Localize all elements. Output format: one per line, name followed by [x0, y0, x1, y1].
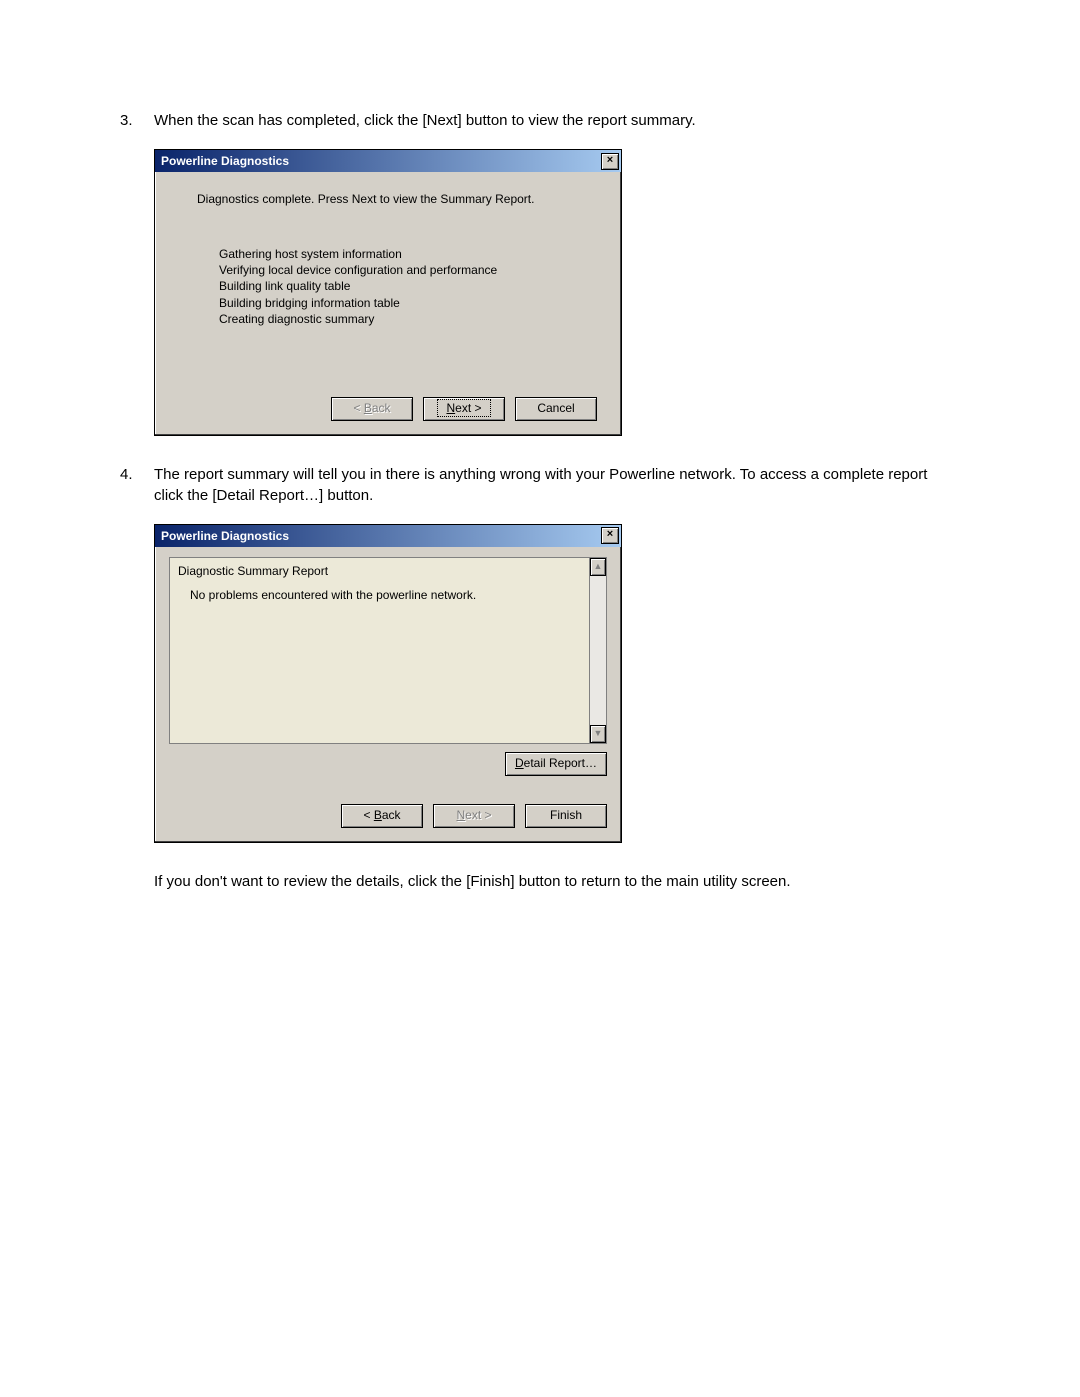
- progress-item: Gathering host system information: [219, 246, 597, 262]
- report-content: Diagnostic Summary Report No problems en…: [170, 558, 589, 743]
- document-page: 3. When the scan has completed, click th…: [0, 0, 1080, 1397]
- report-line: No problems encountered with the powerli…: [190, 588, 581, 602]
- finish-button[interactable]: Finish: [525, 804, 607, 828]
- dialog-button-row: < Back Next > Finish: [155, 804, 621, 842]
- close-icon[interactable]: ×: [601, 527, 619, 544]
- scrollbar[interactable]: ▲ ▼: [589, 558, 606, 743]
- progress-item: Building bridging information table: [219, 295, 597, 311]
- progress-item: Verifying local device configuration and…: [219, 262, 597, 278]
- diagnostics-dialog-progress: Powerline Diagnostics × Diagnostics comp…: [154, 149, 622, 436]
- close-icon[interactable]: ×: [601, 153, 619, 170]
- back-button: < Back: [331, 397, 413, 421]
- scroll-down-icon[interactable]: ▼: [590, 725, 606, 743]
- report-header: Diagnostic Summary Report: [178, 564, 581, 578]
- dialog-body: Diagnostics complete. Press Next to view…: [155, 172, 621, 435]
- step-3: 3. When the scan has completed, click th…: [120, 110, 960, 131]
- dialog-2-wrapper: Powerline Diagnostics × Diagnostic Summa…: [154, 524, 960, 843]
- scroll-track[interactable]: [590, 576, 606, 725]
- report-panel: Diagnostic Summary Report No problems en…: [169, 557, 607, 744]
- cancel-button[interactable]: Cancel: [515, 397, 597, 421]
- detail-button-row: Detail Report…: [169, 752, 607, 776]
- dialog-message: Diagnostics complete. Press Next to view…: [197, 192, 597, 206]
- step-text: The report summary will tell you in ther…: [154, 464, 960, 506]
- dialog-1-wrapper: Powerline Diagnostics × Diagnostics comp…: [154, 149, 960, 436]
- step-number: 4.: [120, 464, 154, 506]
- progress-list: Gathering host system information Verify…: [219, 246, 597, 327]
- progress-item: Building link quality table: [219, 278, 597, 294]
- back-button[interactable]: < Back: [341, 804, 423, 828]
- titlebar: Powerline Diagnostics ×: [155, 525, 621, 547]
- scroll-up-icon[interactable]: ▲: [590, 558, 606, 576]
- next-button: Next >: [433, 804, 515, 828]
- next-button[interactable]: Next >: [423, 397, 505, 421]
- closing-paragraph: If you don't want to review the details,…: [120, 871, 960, 892]
- step-number: 3.: [120, 110, 154, 131]
- progress-item: Creating diagnostic summary: [219, 311, 597, 327]
- step-4: 4. The report summary will tell you in t…: [120, 464, 960, 506]
- dialog-button-row: < Back Next > Cancel: [179, 397, 597, 421]
- closing-text: If you don't want to review the details,…: [154, 871, 960, 892]
- window-title: Powerline Diagnostics: [157, 529, 289, 543]
- window-title: Powerline Diagnostics: [157, 154, 289, 168]
- detail-report-button[interactable]: Detail Report…: [505, 752, 607, 776]
- diagnostics-dialog-summary: Powerline Diagnostics × Diagnostic Summa…: [154, 524, 622, 843]
- step-text: When the scan has completed, click the […: [154, 110, 960, 131]
- titlebar: Powerline Diagnostics ×: [155, 150, 621, 172]
